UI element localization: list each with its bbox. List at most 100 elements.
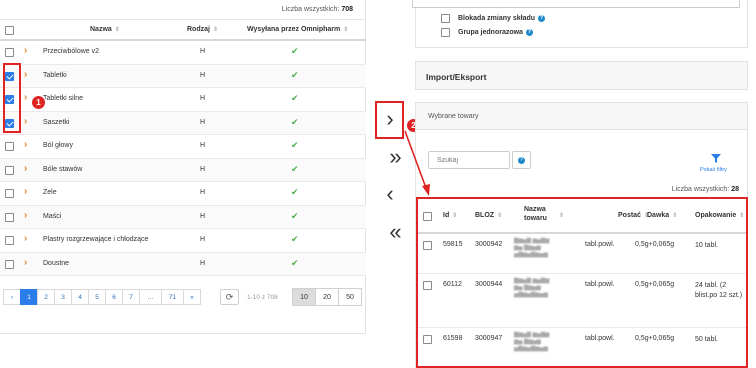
- category-row[interactable]: › Saszetki H ✔: [0, 111, 366, 135]
- help-icon[interactable]: ?: [538, 15, 546, 22]
- help-icon: ?: [518, 156, 525, 164]
- description-textarea[interactable]: [412, 0, 740, 8]
- row-checkbox[interactable]: [5, 165, 14, 175]
- column-sent-label: Wysyłana przez Omnipharm: [247, 26, 341, 33]
- check-icon: ✔: [291, 234, 299, 244]
- sort-icon: ⇕: [212, 27, 218, 33]
- page-button[interactable]: ...: [139, 289, 162, 305]
- expand-chevron-icon[interactable]: ›: [24, 186, 27, 197]
- sort-icon: ⇕: [343, 27, 349, 33]
- column-name-label: Nazwa: [90, 26, 112, 33]
- expand-chevron-icon[interactable]: ›: [24, 233, 27, 244]
- category-row[interactable]: › Doustne H ✔: [0, 252, 366, 276]
- category-kind: H: [200, 189, 206, 196]
- expand-chevron-icon[interactable]: ›: [24, 139, 27, 150]
- next-page-button[interactable]: »: [183, 289, 201, 305]
- categories-panel: Liczba wszystkich: 708 Nazwa ⇕ Rodzaj ⇕ Wy…: [0, 0, 366, 334]
- page-button[interactable]: 5: [88, 289, 106, 305]
- expand-chevron-icon[interactable]: ›: [24, 210, 27, 221]
- expand-chevron-icon[interactable]: ›: [24, 92, 27, 103]
- column-name-header[interactable]: Nazwa ⇕: [90, 26, 120, 33]
- column-kind-label: Rodzaj: [187, 26, 210, 33]
- expand-chevron-icon[interactable]: ›: [24, 163, 27, 174]
- page-size-option[interactable]: 50: [338, 288, 362, 306]
- category-kind: H: [200, 142, 206, 149]
- row-checkbox[interactable]: [5, 236, 14, 245]
- check-icon: ✔: [291, 257, 299, 268]
- expand-chevron-icon[interactable]: ›: [24, 69, 27, 80]
- option-lock-composition[interactable]: Blokada zmiany składu ?: [441, 14, 546, 23]
- categories-table-header: Nazwa ⇕ Rodzaj ⇕ Wysyłana przez Omnipharm ⇕: [0, 19, 366, 41]
- category-name: Ból głowy: [43, 142, 73, 149]
- check-icon: ✔: [291, 46, 299, 56]
- page-button[interactable]: 7: [122, 289, 140, 305]
- import-export-panel[interactable]: Import/Eksport: [415, 61, 748, 90]
- category-name: Plastry rozgrzewające i chłodzące: [43, 236, 149, 243]
- refresh-icon: ⟳: [225, 291, 234, 302]
- category-row[interactable]: › Maści H ✔: [0, 205, 366, 229]
- page-size-option[interactable]: 20: [315, 288, 339, 306]
- total-count-value: 708: [341, 6, 353, 13]
- sort-icon: ⇕: [114, 27, 120, 33]
- column-sent-header[interactable]: Wysyłana przez Omnipharm ⇕: [247, 26, 348, 33]
- row-checkbox[interactable]: [5, 212, 14, 222]
- row-checkbox[interactable]: [5, 48, 14, 57]
- category-row[interactable]: › Bóle stawów H ✔: [0, 158, 366, 182]
- column-kind-header[interactable]: Rodzaj ⇕: [187, 26, 218, 33]
- pagination: ‹ 1 2 3 4 5 6 7... 71»: [3, 289, 201, 305]
- category-row[interactable]: › Tabletki silne H ✔: [0, 88, 366, 112]
- row-checkbox[interactable]: [5, 189, 14, 198]
- page-button[interactable]: 3: [54, 289, 72, 305]
- option-single-group[interactable]: Grupa jednorazowa ?: [441, 28, 533, 37]
- prev-page-button[interactable]: ‹: [3, 289, 21, 305]
- page-button[interactable]: 71: [161, 289, 184, 305]
- option-single-group-checkbox[interactable]: [441, 28, 450, 37]
- category-kind: H: [200, 95, 206, 102]
- row-checkbox[interactable]: [5, 259, 14, 269]
- category-name: Maści: [43, 212, 62, 220]
- page-size-option[interactable]: 10: [292, 288, 316, 306]
- check-icon: ✔: [291, 163, 299, 174]
- option-single-group-label: Grupa jednorazowa: [458, 29, 523, 36]
- check-icon: ✔: [291, 116, 299, 127]
- category-kind: H: [200, 212, 206, 220]
- expand-chevron-icon[interactable]: ›: [24, 257, 27, 268]
- selected-count-value: 28: [731, 186, 739, 193]
- check-icon: ✔: [291, 69, 299, 80]
- select-all-checkbox[interactable]: [5, 26, 14, 35]
- move-all-right-button[interactable]: »: [379, 146, 403, 168]
- category-row[interactable]: › Żele H ✔: [0, 182, 366, 206]
- annotation-badge-1: 1: [31, 95, 46, 110]
- category-row[interactable]: › Plastry rozgrzewające i chłodzące H ✔: [0, 229, 366, 253]
- row-checkbox[interactable]: [5, 142, 14, 151]
- category-row[interactable]: › Ból głowy H ✔: [0, 135, 366, 159]
- selected-count: Liczba wszystkich: 28: [672, 186, 739, 193]
- category-name: Przeciwbólowe v2: [43, 48, 100, 55]
- page-button[interactable]: 2: [37, 289, 55, 305]
- move-selected-left-button[interactable]: ‹: [378, 183, 402, 205]
- category-kind: H: [200, 259, 206, 267]
- selected-count-label: Liczba wszystkich:: [671, 186, 730, 193]
- category-kind: H: [200, 118, 206, 126]
- page-button[interactable]: 1: [20, 289, 38, 305]
- expand-chevron-icon[interactable]: ›: [24, 45, 27, 56]
- move-selected-right-button[interactable]: ›: [378, 108, 402, 130]
- help-icon[interactable]: ?: [525, 29, 533, 36]
- category-row[interactable]: › Przeciwbólowe v2 H ✔: [0, 41, 366, 65]
- search-help-button[interactable]: ?: [512, 151, 531, 169]
- annotation-box-2: [416, 197, 748, 368]
- category-name: Bóle stawów: [43, 165, 83, 173]
- move-all-left-button[interactable]: «: [379, 221, 403, 243]
- option-lock-checkbox[interactable]: [441, 14, 450, 23]
- search-input[interactable]: [428, 151, 510, 169]
- refresh-button[interactable]: ⟳: [220, 289, 239, 305]
- filter-icon[interactable]: [711, 154, 721, 163]
- show-filters-link[interactable]: Pokaż filtry: [700, 167, 727, 173]
- page-button[interactable]: 4: [71, 289, 89, 305]
- expand-chevron-icon[interactable]: ›: [24, 116, 27, 127]
- category-row[interactable]: › Tabletki H ✔: [0, 64, 366, 88]
- page-button[interactable]: 6: [105, 289, 123, 305]
- category-kind: H: [200, 48, 206, 55]
- category-name: Doustne: [43, 259, 70, 267]
- category-name: Żele: [43, 189, 57, 196]
